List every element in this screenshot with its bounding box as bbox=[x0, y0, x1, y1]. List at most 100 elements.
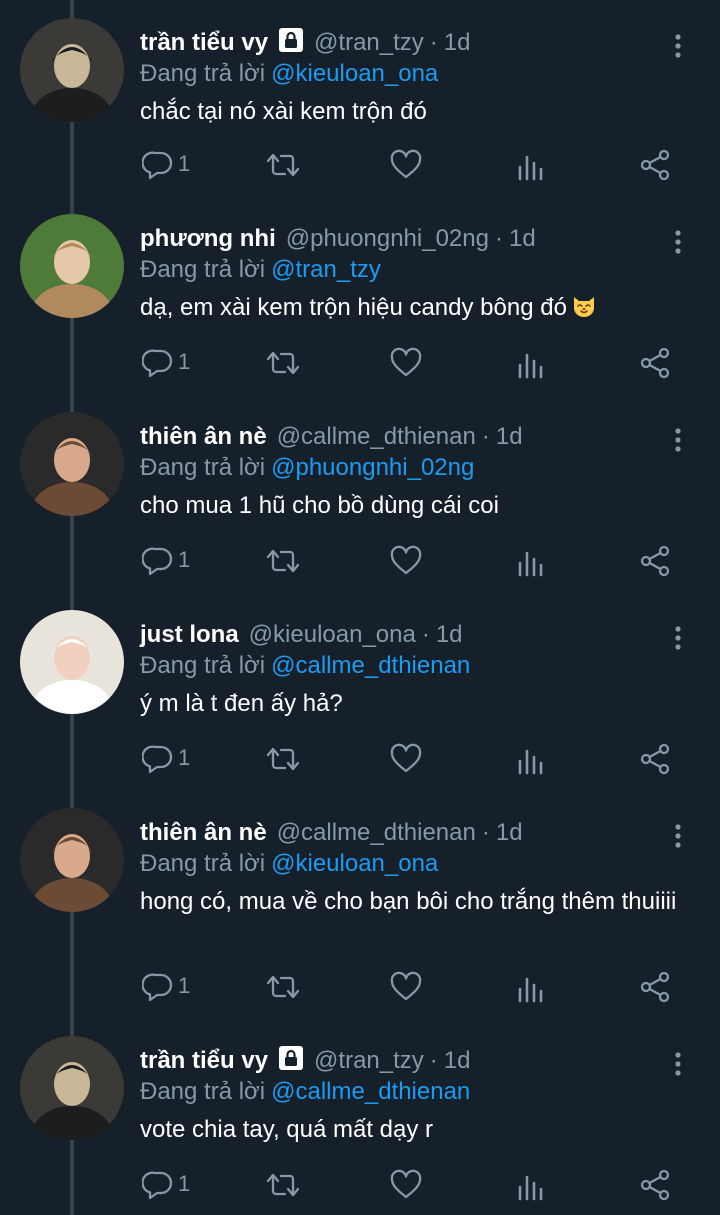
display-name[interactable]: just lona bbox=[140, 621, 239, 648]
reply-tweet[interactable]: just lona @kieuloan_ona · 1d Đang trả lời @ca… bbox=[0, 610, 720, 779]
share-button[interactable] bbox=[638, 145, 672, 185]
separator-dot: · bbox=[481, 423, 490, 450]
user-handle[interactable]: @kieuloan_ona bbox=[249, 621, 416, 648]
separator-dot: · bbox=[494, 225, 503, 252]
reply-count: 1 bbox=[178, 973, 191, 998]
more-options-icon[interactable] bbox=[666, 426, 690, 454]
reply-button[interactable]: 1 bbox=[142, 541, 202, 581]
separator-dot: · bbox=[429, 1047, 438, 1074]
more-options-icon[interactable] bbox=[666, 822, 690, 850]
analytics-button[interactable] bbox=[516, 739, 546, 779]
user-handle[interactable]: @phuongnhi_02ng bbox=[286, 225, 489, 252]
avatar[interactable] bbox=[20, 808, 124, 912]
user-handle[interactable]: @tran_tzy bbox=[314, 1047, 424, 1074]
reply-count: 1 bbox=[178, 745, 191, 770]
share-button[interactable] bbox=[638, 541, 672, 581]
tweet-header: trần tiểu vy @tran_tzy · 1d bbox=[140, 1044, 660, 1078]
reply-button[interactable]: 1 bbox=[142, 145, 202, 185]
timestamp[interactable]: 1d bbox=[496, 819, 523, 846]
like-button[interactable] bbox=[389, 145, 425, 185]
display-name[interactable]: thiên ân nè bbox=[140, 819, 267, 846]
tweet-text: dạ, em xài kem trộn hiệu candy bông đó bbox=[140, 292, 680, 324]
tweet-header: thiên ân nè @callme_dthienan · 1d bbox=[140, 816, 660, 850]
retweet-button[interactable] bbox=[263, 343, 303, 383]
retweet-button[interactable] bbox=[263, 967, 303, 1007]
reply-button[interactable]: 1 bbox=[142, 739, 202, 779]
like-button[interactable] bbox=[389, 967, 425, 1007]
replying-to-mention[interactable]: @phuongnhi_02ng bbox=[271, 454, 474, 481]
display-name[interactable]: thiên ân nè bbox=[140, 423, 267, 450]
avatar[interactable] bbox=[20, 610, 124, 714]
replying-to-line: Đang trả lời @tran_tzy bbox=[140, 254, 381, 286]
timestamp[interactable]: 1d bbox=[496, 423, 523, 450]
cat-face-emoji bbox=[567, 294, 597, 321]
replying-to-mention[interactable]: @kieuloan_ona bbox=[271, 60, 438, 87]
display-name[interactable]: trần tiểu vy bbox=[140, 29, 268, 56]
retweet-button[interactable] bbox=[263, 739, 303, 779]
replying-to-label: Đang trả lời bbox=[140, 652, 266, 679]
reply-button[interactable]: 1 bbox=[142, 1165, 202, 1205]
more-options-icon[interactable] bbox=[666, 32, 690, 60]
timestamp[interactable]: 1d bbox=[444, 29, 471, 56]
separator-dot: · bbox=[481, 819, 490, 846]
more-options-icon[interactable] bbox=[666, 1050, 690, 1078]
analytics-button[interactable] bbox=[516, 1165, 546, 1205]
retweet-button[interactable] bbox=[263, 541, 303, 581]
tweet-text-content: chắc tại nó xài kem trộn đó bbox=[140, 98, 427, 125]
tweet-text: vote chia tay, quá mất dạy r bbox=[140, 1114, 680, 1146]
timestamp[interactable]: 1d bbox=[444, 1047, 471, 1074]
tweet-text-content: cho mua 1 hũ cho bồ dùng cái coi bbox=[140, 492, 499, 519]
like-button[interactable] bbox=[389, 343, 425, 383]
retweet-button[interactable] bbox=[263, 145, 303, 185]
avatar[interactable] bbox=[20, 1036, 124, 1140]
reply-count: 1 bbox=[178, 349, 191, 374]
replying-to-mention[interactable]: @kieuloan_ona bbox=[271, 850, 438, 877]
share-button[interactable] bbox=[638, 343, 672, 383]
replying-to-mention[interactable]: @tran_tzy bbox=[271, 256, 381, 283]
timestamp[interactable]: 1d bbox=[436, 621, 463, 648]
tweet-action-bar: 1 bbox=[0, 343, 720, 383]
like-button[interactable] bbox=[389, 739, 425, 779]
reply-tweet[interactable]: trần tiểu vy @tran_tzy · 1d Đang trả lời @kie… bbox=[0, 18, 720, 185]
reply-count: 1 bbox=[178, 151, 191, 176]
reply-button[interactable]: 1 bbox=[142, 967, 202, 1007]
tweet-text: hong có, mua về cho bạn bôi cho trắng th… bbox=[140, 886, 680, 918]
display-name[interactable]: phương nhi bbox=[140, 225, 276, 252]
more-options-icon[interactable] bbox=[666, 228, 690, 256]
like-button[interactable] bbox=[389, 541, 425, 581]
retweet-button[interactable] bbox=[263, 1165, 303, 1205]
reply-button[interactable]: 1 bbox=[142, 343, 202, 383]
user-handle[interactable]: @tran_tzy bbox=[314, 29, 424, 56]
analytics-button[interactable] bbox=[516, 343, 546, 383]
timestamp[interactable]: 1d bbox=[509, 225, 536, 252]
user-handle[interactable]: @callme_dthienan bbox=[277, 423, 476, 450]
share-button[interactable] bbox=[638, 967, 672, 1007]
replying-to-mention[interactable]: @callme_dthienan bbox=[271, 1078, 470, 1105]
avatar[interactable] bbox=[20, 412, 124, 516]
analytics-button[interactable] bbox=[516, 145, 546, 185]
share-button[interactable] bbox=[638, 1165, 672, 1205]
reply-tweet[interactable]: thiên ân nè @callme_dthienan · 1d Đang trả l… bbox=[0, 808, 720, 1007]
analytics-button[interactable] bbox=[516, 541, 546, 581]
reply-tweet[interactable]: thiên ân nè @callme_dthienan · 1d Đang trả l… bbox=[0, 412, 720, 581]
tweet-text-content: vote chia tay, quá mất dạy r bbox=[140, 1116, 434, 1143]
separator-dot: · bbox=[421, 621, 430, 648]
reply-tweet[interactable]: phương nhi @phuongnhi_02ng · 1d Đang trả lời… bbox=[0, 214, 720, 383]
user-handle[interactable]: @callme_dthienan bbox=[277, 819, 476, 846]
like-button[interactable] bbox=[389, 1165, 425, 1205]
reply-tweet[interactable]: trần tiểu vy @tran_tzy · 1d Đang trả lời @cal… bbox=[0, 1036, 720, 1205]
analytics-button[interactable] bbox=[516, 967, 546, 1007]
tweet-header: phương nhi @phuongnhi_02ng · 1d bbox=[140, 222, 660, 256]
avatar[interactable] bbox=[20, 214, 124, 318]
replying-to-label: Đang trả lời bbox=[140, 256, 266, 283]
tweet-text-content: ý m là t đen ấy hả? bbox=[140, 690, 343, 717]
more-options-icon[interactable] bbox=[666, 624, 690, 652]
avatar[interactable] bbox=[20, 18, 124, 122]
replying-to-line: Đang trả lời @callme_dthienan bbox=[140, 1076, 470, 1108]
replying-to-label: Đang trả lời bbox=[140, 850, 266, 877]
display-name[interactable]: trần tiểu vy bbox=[140, 1047, 268, 1074]
reply-count: 1 bbox=[178, 547, 191, 572]
replying-to-line: Đang trả lời @phuongnhi_02ng bbox=[140, 452, 474, 484]
share-button[interactable] bbox=[638, 739, 672, 779]
replying-to-mention[interactable]: @callme_dthienan bbox=[271, 652, 470, 679]
